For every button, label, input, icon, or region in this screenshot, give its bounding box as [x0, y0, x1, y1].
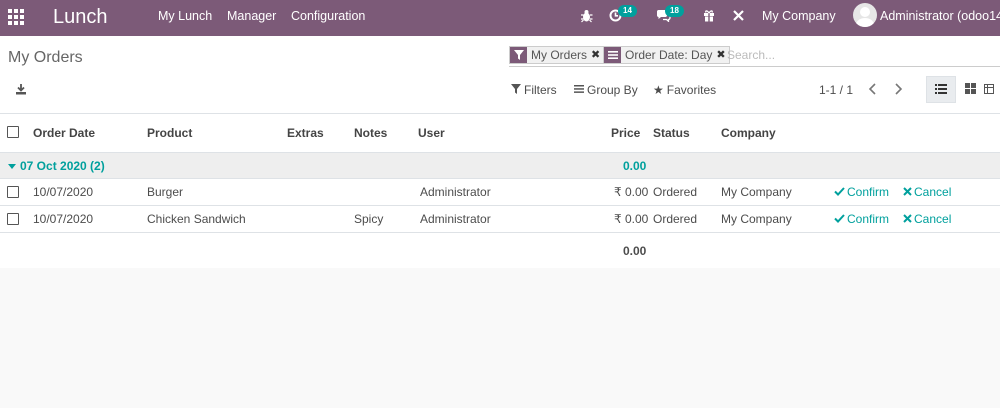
company-switcher[interactable]: My Company	[762, 8, 836, 24]
activity-badge: 14	[618, 5, 637, 17]
column-product[interactable]: Product	[147, 125, 192, 141]
cell-notes: Spicy	[354, 212, 384, 226]
footer-total: 0.00	[623, 244, 647, 258]
cell-order-date: 10/07/2020	[33, 185, 94, 199]
group-header[interactable]: 07 Oct 2020 (2)	[8, 158, 105, 174]
column-user[interactable]: User	[418, 125, 445, 141]
facet-label: My Orders	[531, 48, 588, 62]
close-icon	[903, 211, 912, 227]
row-checkbox[interactable]	[7, 186, 19, 198]
confirm-label: Confirm	[847, 212, 890, 226]
messages-chat-icon[interactable]: 18	[656, 5, 684, 25]
select-all-checkbox[interactable]	[7, 126, 19, 138]
cell-product: Chicken Sandwich	[147, 212, 246, 226]
column-company[interactable]: Company	[721, 125, 776, 141]
cell-price: ₹ 0.00	[614, 212, 649, 226]
facet-remove-icon[interactable]: ✖	[591, 47, 603, 63]
kanban-view-icon	[964, 82, 976, 97]
confirm-button[interactable]: Confirm	[834, 211, 889, 227]
confirm-label: Confirm	[847, 185, 890, 199]
check-icon	[834, 211, 845, 227]
favorites-button[interactable]: ★ Favorites	[653, 82, 716, 98]
check-icon	[834, 184, 845, 200]
column-price[interactable]: Price	[611, 125, 640, 141]
group-by-icon	[574, 82, 584, 98]
cell-user: Administrator	[420, 212, 491, 226]
list-view-icon	[935, 83, 947, 97]
table-view-icon	[984, 83, 994, 97]
activity-clock-icon[interactable]: 14	[609, 5, 637, 25]
cell-user: Administrator	[420, 185, 491, 199]
filters-button[interactable]: Filters	[511, 82, 557, 98]
list-header: Order Date Product Extras Notes User Pri…	[0, 114, 1000, 153]
row-checkbox[interactable]	[7, 213, 19, 225]
group-row[interactable]: 07 Oct 2020 (2) 0.00	[0, 153, 1000, 179]
cell-order-date: 10/07/2020	[33, 212, 94, 226]
column-order-date[interactable]: Order Date	[33, 125, 95, 141]
menu-manager[interactable]: Manager	[227, 8, 276, 24]
filter-icon	[510, 47, 527, 63]
top-navbar: Lunch My Lunch Manager Configuration 14 …	[0, 0, 1000, 36]
favorites-label: Favorites	[666, 83, 717, 97]
user-menu[interactable]: Administrator (odoo14_	[880, 8, 1000, 24]
messages-badge: 18	[665, 5, 684, 17]
facet-my-orders[interactable]: My Orders ✖	[509, 46, 605, 64]
confirm-button[interactable]: Confirm	[834, 184, 889, 200]
caret-down-icon	[8, 158, 16, 174]
group-by-button[interactable]: Group By	[574, 82, 638, 98]
menu-my-lunch[interactable]: My Lunch	[158, 8, 212, 24]
column-status[interactable]: Status	[653, 125, 690, 141]
apps-menu-icon[interactable]	[8, 9, 24, 25]
column-notes[interactable]: Notes	[354, 125, 387, 141]
gift-icon[interactable]	[703, 9, 715, 25]
group-by-icon	[604, 47, 621, 63]
cell-company: My Company	[721, 185, 792, 199]
filter-icon	[511, 82, 521, 98]
star-icon: ★	[653, 83, 664, 97]
debug-bug-icon[interactable]	[580, 9, 593, 25]
search-bar[interactable]: My Orders ✖ Order Date: Day ✖	[509, 45, 1000, 67]
group-label: 07 Oct 2020 (2)	[20, 159, 105, 173]
column-extras[interactable]: Extras	[287, 125, 324, 141]
tools-icon[interactable]	[732, 9, 745, 25]
cell-product: Burger	[147, 185, 184, 199]
kanban-view-button[interactable]	[955, 76, 985, 103]
user-avatar[interactable]	[853, 3, 877, 27]
cell-price: ₹ 0.00	[614, 185, 649, 199]
menu-configuration[interactable]: Configuration	[291, 8, 365, 24]
search-input[interactable]	[727, 47, 997, 63]
app-brand[interactable]: Lunch	[53, 5, 108, 29]
pager-value[interactable]: 1-1 / 1	[819, 82, 853, 98]
chevron-left-icon[interactable]	[868, 83, 878, 98]
list-footer: 0.00	[0, 233, 1000, 268]
control-panel: My Orders My Orders ✖ Order Date: Day ✖ …	[0, 36, 1000, 114]
cancel-button[interactable]: Cancel	[903, 211, 951, 227]
cancel-label: Cancel	[914, 212, 952, 226]
facet-order-date-day[interactable]: Order Date: Day ✖	[603, 46, 730, 64]
cancel-button[interactable]: Cancel	[903, 184, 951, 200]
close-icon	[903, 184, 912, 200]
cell-status: Ordered	[653, 185, 698, 199]
cell-company: My Company	[721, 212, 792, 226]
filters-label: Filters	[524, 83, 557, 97]
cell-status: Ordered	[653, 212, 698, 226]
cancel-label: Cancel	[914, 185, 952, 199]
facet-label: Order Date: Day	[625, 48, 713, 62]
table-row[interactable]: 10/07/2020 Chicken Sandwich Spicy Admini…	[0, 206, 1000, 233]
table-row[interactable]: 10/07/2020 Burger Administrator ₹ 0.00 O…	[0, 179, 1000, 206]
download-icon[interactable]	[15, 83, 27, 98]
list-view-button[interactable]	[926, 76, 956, 103]
calendar-view-button[interactable]	[984, 76, 1000, 103]
breadcrumb: My Orders	[8, 49, 83, 66]
group-by-label: Group By	[587, 83, 638, 97]
chevron-right-icon[interactable]	[893, 83, 903, 98]
orders-list: Order Date Product Extras Notes User Pri…	[0, 114, 1000, 268]
group-total: 0.00	[623, 159, 647, 173]
